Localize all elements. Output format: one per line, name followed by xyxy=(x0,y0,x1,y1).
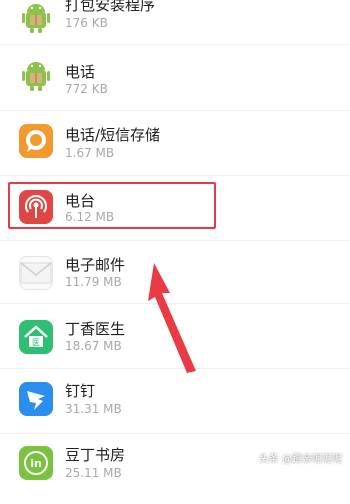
app-name: 豆丁书房 xyxy=(65,446,126,464)
divider xyxy=(0,175,350,176)
chat-bubble-icon xyxy=(19,124,53,158)
envelope-icon xyxy=(19,256,53,290)
app-size: 25.11 MB xyxy=(65,466,122,480)
dingtalk-icon xyxy=(19,382,53,416)
app-name: 电子邮件 xyxy=(65,256,126,274)
divider xyxy=(0,110,350,111)
divider xyxy=(0,240,350,241)
divider xyxy=(0,433,350,434)
watermark-text: 头条 @跟亲呢呢呢 xyxy=(258,454,342,465)
house-doctor-icon: 医 xyxy=(19,320,53,354)
app-size: 11.79 MB xyxy=(65,275,122,289)
app-name: 钉钉 xyxy=(65,382,96,400)
divider xyxy=(0,44,350,45)
android-icon xyxy=(19,0,53,34)
app-name: 丁香医生 xyxy=(65,320,126,338)
list-item[interactable]: 钉钉 31.31 MB xyxy=(0,376,350,440)
highlight-box xyxy=(8,182,216,229)
android-icon xyxy=(19,58,53,92)
list-item[interactable]: 电话 772 KB xyxy=(0,52,350,116)
svg-text:医: 医 xyxy=(32,338,40,347)
app-name: 打包安装程序 xyxy=(65,0,156,14)
app-size: 1.67 MB xyxy=(65,146,115,160)
svg-text:in: in xyxy=(30,457,42,470)
app-size: 18.67 MB xyxy=(65,339,122,353)
app-size: 772 KB xyxy=(65,82,108,96)
app-name: 电话 xyxy=(65,63,96,81)
app-name: 电话/短信存储 xyxy=(65,126,161,144)
app-size: 176 KB xyxy=(65,16,108,30)
red-arrow-annotation xyxy=(148,263,196,373)
app-size: 31.31 MB xyxy=(65,402,122,416)
list-item[interactable]: 电话/短信存储 1.67 MB xyxy=(0,118,350,182)
